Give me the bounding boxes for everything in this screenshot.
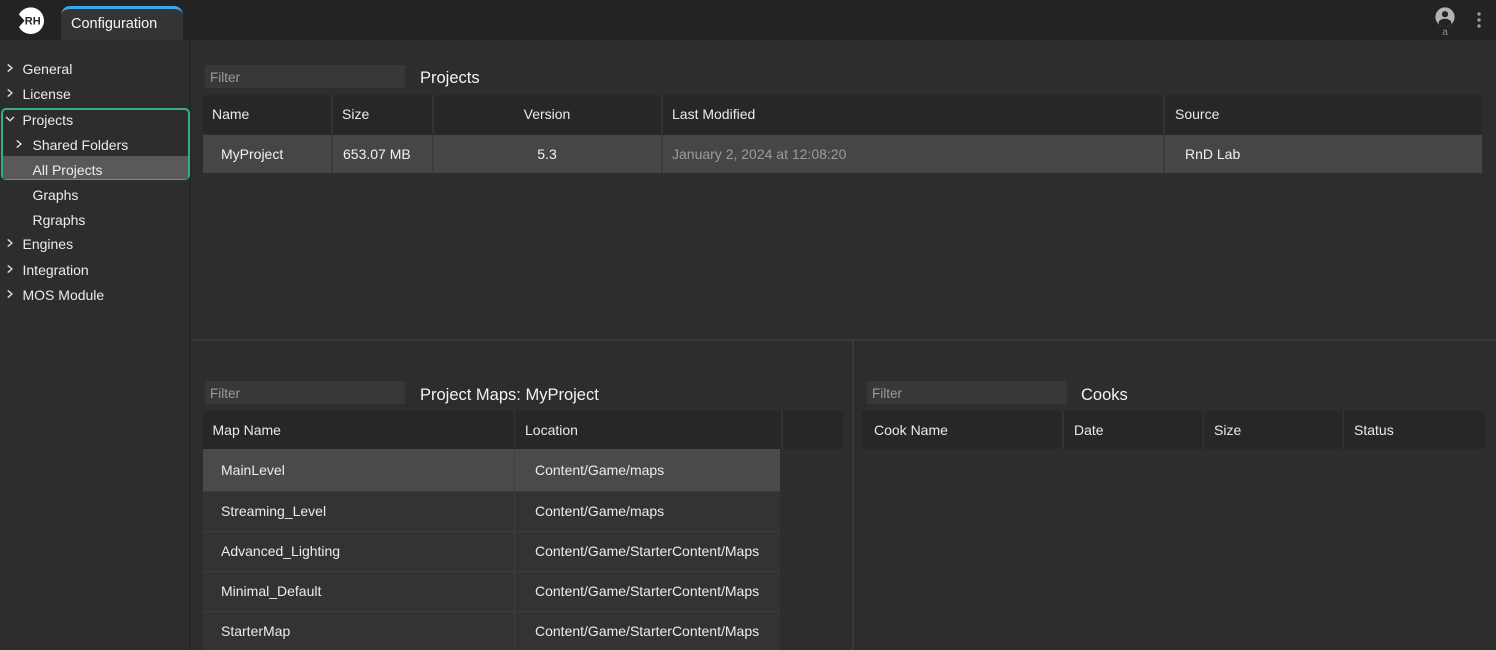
svg-text:RH: RH [25, 16, 41, 28]
